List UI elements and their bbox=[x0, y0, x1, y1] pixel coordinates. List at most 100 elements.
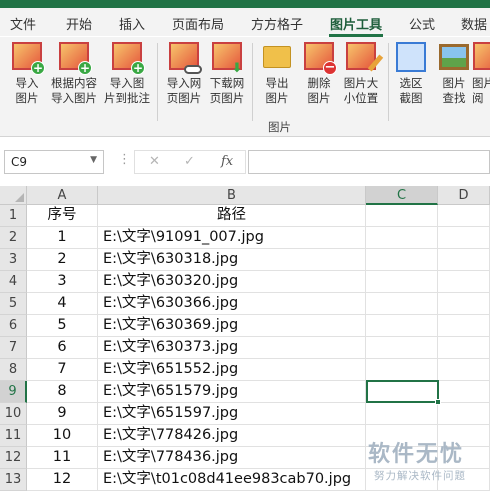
cell-c[interactable] bbox=[366, 403, 438, 425]
row-header[interactable]: 12 bbox=[0, 447, 27, 469]
cell-b[interactable]: E:\文字\651597.jpg bbox=[98, 403, 366, 425]
tab-fangfang-gezi[interactable]: 方方格子 bbox=[251, 14, 303, 33]
cell-a[interactable]: 8 bbox=[27, 381, 98, 403]
tab-formulas[interactable]: 公式 bbox=[409, 14, 435, 33]
cell-b[interactable]: 路径 bbox=[98, 205, 366, 227]
cell-c[interactable] bbox=[366, 359, 438, 381]
cell-d[interactable] bbox=[438, 293, 490, 315]
row-header[interactable]: 6 bbox=[0, 315, 27, 337]
cell-b[interactable]: E:\文字\651579.jpg bbox=[98, 381, 366, 403]
button-label: 小位置 bbox=[343, 91, 379, 105]
image-view-button[interactable]: 图片 阅 bbox=[472, 41, 490, 106]
cell-a[interactable]: 10 bbox=[27, 425, 98, 447]
cell-b[interactable]: E:\文字\630366.jpg bbox=[98, 293, 366, 315]
cell-c[interactable] bbox=[366, 315, 438, 337]
tab-data[interactable]: 数据 bbox=[461, 14, 487, 33]
row-header[interactable]: 13 bbox=[0, 469, 27, 491]
cell-c[interactable] bbox=[366, 227, 438, 249]
cell-b[interactable]: E:\文字\778426.jpg bbox=[98, 425, 366, 447]
column-header-d[interactable]: D bbox=[438, 186, 490, 205]
tab-insert[interactable]: 插入 bbox=[119, 14, 145, 33]
image-find-button[interactable]: 图片 查找 bbox=[430, 41, 478, 106]
cell-b[interactable]: E:\文字\91091_007.jpg bbox=[98, 227, 366, 249]
cell-a[interactable]: 2 bbox=[27, 249, 98, 271]
cell-d[interactable] bbox=[438, 271, 490, 293]
row-header[interactable]: 4 bbox=[0, 271, 27, 293]
row-header[interactable]: 2 bbox=[0, 227, 27, 249]
table-row: 4 3 E:\文字\630320.jpg bbox=[0, 271, 490, 293]
cell-d[interactable] bbox=[438, 205, 490, 227]
selection-screenshot-button[interactable]: 选区 截图 bbox=[387, 41, 435, 106]
cell-b[interactable]: E:\文字\630320.jpg bbox=[98, 271, 366, 293]
column-header-a[interactable]: A bbox=[27, 186, 98, 205]
cell-b[interactable]: E:\文字\630373.jpg bbox=[98, 337, 366, 359]
enter-icon[interactable]: ✓ bbox=[184, 154, 195, 169]
cell-d[interactable] bbox=[438, 381, 490, 403]
watermark: 软件无忧 努力解决软件问题 bbox=[340, 436, 490, 496]
cell-d[interactable] bbox=[438, 227, 490, 249]
row-header[interactable]: 5 bbox=[0, 293, 27, 315]
cell-a[interactable]: 6 bbox=[27, 337, 98, 359]
cell-b[interactable]: E:\文字\t01c08d41ee983cab70.jpg bbox=[98, 469, 366, 491]
cell-a[interactable]: 3 bbox=[27, 271, 98, 293]
cell-a[interactable]: 4 bbox=[27, 293, 98, 315]
cell-a[interactable]: 1 bbox=[27, 227, 98, 249]
row-header[interactable]: 8 bbox=[0, 359, 27, 381]
import-image-icon: + bbox=[11, 41, 45, 75]
row-header[interactable]: 7 bbox=[0, 337, 27, 359]
cell-d[interactable] bbox=[438, 359, 490, 381]
download-web-image-button[interactable]: ⬇ 下载网 页图片 bbox=[203, 41, 251, 106]
export-image-button[interactable]: 导出 图片 bbox=[253, 41, 301, 106]
table-row: 2 1 E:\文字\91091_007.jpg bbox=[0, 227, 490, 249]
table-row: 3 2 E:\文字\630318.jpg bbox=[0, 249, 490, 271]
select-all-corner[interactable] bbox=[0, 186, 27, 205]
formula-input[interactable] bbox=[248, 150, 490, 174]
fill-handle[interactable] bbox=[435, 399, 441, 405]
row-header[interactable]: 9 bbox=[0, 381, 27, 403]
cell-b[interactable]: E:\文字\630369.jpg bbox=[98, 315, 366, 337]
cell-c[interactable] bbox=[366, 271, 438, 293]
cell-c[interactable] bbox=[366, 337, 438, 359]
active-cell-c9[interactable] bbox=[366, 380, 439, 403]
delete-image-button[interactable]: − 删除 图片 bbox=[295, 41, 343, 106]
cell-c[interactable] bbox=[366, 205, 438, 227]
cell-a[interactable]: 序号 bbox=[27, 205, 98, 227]
import-by-content-button[interactable]: + 根据内容 导入图片 bbox=[50, 41, 98, 106]
import-to-comment-icon: + bbox=[111, 41, 145, 75]
cell-d[interactable] bbox=[438, 403, 490, 425]
tab-page-layout[interactable]: 页面布局 bbox=[172, 14, 224, 33]
cell-c[interactable] bbox=[366, 293, 438, 315]
import-to-comment-button[interactable]: + 导入图 片到批注 bbox=[103, 41, 151, 106]
cancel-icon[interactable]: ✕ bbox=[149, 154, 160, 169]
cell-c[interactable] bbox=[366, 249, 438, 271]
cell-a[interactable]: 7 bbox=[27, 359, 98, 381]
row-header[interactable]: 11 bbox=[0, 425, 27, 447]
column-header-b[interactable]: B bbox=[98, 186, 366, 205]
import-web-image-button[interactable]: 导入网 页图片 bbox=[160, 41, 208, 106]
row-header[interactable]: 10 bbox=[0, 403, 27, 425]
tab-file[interactable]: 文件 bbox=[10, 14, 36, 33]
insert-function-icon[interactable]: fx bbox=[221, 154, 233, 169]
cell-b[interactable]: E:\文字\651552.jpg bbox=[98, 359, 366, 381]
chevron-down-icon[interactable]: ▼ bbox=[90, 155, 97, 165]
button-label: 导入 bbox=[15, 76, 39, 90]
cell-b[interactable]: E:\文字\630318.jpg bbox=[98, 249, 366, 271]
name-box[interactable]: C9 ▼ bbox=[4, 150, 104, 174]
column-header-c[interactable]: C bbox=[366, 186, 438, 205]
cell-d[interactable] bbox=[438, 337, 490, 359]
tab-home[interactable]: 开始 bbox=[66, 14, 92, 33]
table-row: 6 5 E:\文字\630369.jpg bbox=[0, 315, 490, 337]
cell-a[interactable]: 5 bbox=[27, 315, 98, 337]
image-size-position-button[interactable]: 图片大 小位置 bbox=[337, 41, 385, 106]
cell-a[interactable]: 9 bbox=[27, 403, 98, 425]
cell-d[interactable] bbox=[438, 315, 490, 337]
row-header[interactable]: 3 bbox=[0, 249, 27, 271]
cell-b[interactable]: E:\文字\778436.jpg bbox=[98, 447, 366, 469]
import-image-button[interactable]: + 导入 图片 bbox=[3, 41, 51, 106]
cell-a[interactable]: 11 bbox=[27, 447, 98, 469]
tab-image-tools[interactable]: 图片工具 bbox=[330, 14, 382, 33]
image-view-icon bbox=[472, 41, 490, 73]
cell-a[interactable]: 12 bbox=[27, 469, 98, 491]
row-header[interactable]: 1 bbox=[0, 205, 27, 227]
cell-d[interactable] bbox=[438, 249, 490, 271]
